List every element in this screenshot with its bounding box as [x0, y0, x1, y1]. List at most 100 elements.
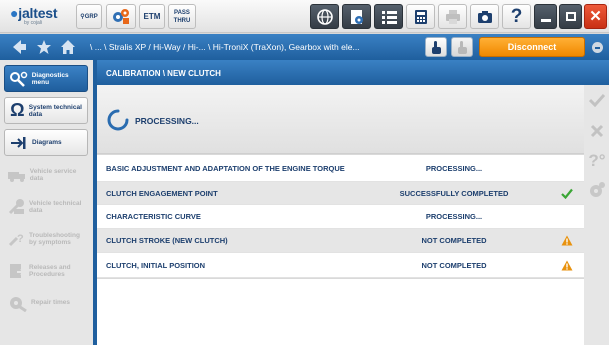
minimize-button[interactable]	[534, 4, 557, 29]
top-toolbar: ●jaltest by cojali ⚲GRP ETM PASS THRU ? …	[0, 0, 609, 33]
calibration-steps-table: BASIC ADJUSTMENT AND ADAPTATION OF THE E…	[97, 155, 584, 278]
cancel-button[interactable]	[588, 122, 606, 140]
content-empty-area	[97, 279, 584, 345]
sidebar-item-label: Releases and Procedures	[29, 263, 71, 278]
step-status: NOT COMPLETED	[421, 236, 487, 245]
touch-mode-button[interactable]	[425, 37, 447, 57]
sidebar-item-label: Diagrams	[32, 139, 62, 146]
diagnostics-icon	[8, 69, 30, 89]
printer-icon	[445, 9, 460, 24]
close-icon	[590, 124, 604, 138]
sidebar-item-diagnostics-menu[interactable]: Diagnostics menu	[4, 65, 88, 92]
troubleshoot-icon: ?	[7, 229, 27, 249]
sidebar-item-system-technical-data[interactable]: Ω System technical data	[4, 97, 88, 124]
settings-button[interactable]	[588, 181, 606, 199]
globe-icon	[316, 8, 333, 25]
status-icon-cell	[549, 188, 584, 199]
minimize-icon	[540, 19, 551, 22]
sidebar-item-label: System technical data	[28, 103, 82, 118]
gesture-button[interactable]	[451, 37, 473, 57]
sidebar-item-repair-times[interactable]: Repair times	[4, 289, 88, 316]
calculator-button[interactable]	[406, 4, 435, 29]
hand-disabled-icon	[458, 40, 467, 54]
spinner-icon	[107, 109, 129, 131]
gear-settings-icon	[590, 182, 605, 197]
check-icon	[589, 93, 605, 107]
maximize-icon	[565, 12, 576, 21]
nav-close-button[interactable]	[592, 42, 603, 53]
step-status: SUCCESSFULLY COMPLETED	[399, 188, 509, 198]
network-button[interactable]	[310, 4, 339, 29]
vehicle-info-button[interactable]	[342, 4, 371, 29]
screenshot-button[interactable]	[470, 4, 499, 29]
warning-icon	[561, 235, 572, 246]
sidebar-item-label: Diagnostics menu	[31, 71, 69, 86]
wrench-icon	[7, 197, 27, 217]
step-name: CLUTCH ENGAGEMENT POINT	[106, 188, 218, 198]
sidebar-item-vehicle-service-data[interactable]: Vehicle service data	[4, 161, 88, 188]
small-close-icon	[595, 46, 600, 49]
close-app-button[interactable]: ✕	[584, 4, 607, 29]
page-title: CALIBRATION \ NEW CLUTCH	[106, 69, 221, 78]
sidebar-item-vehicle-technical-data[interactable]: Vehicle technical data	[4, 193, 88, 220]
disconnect-button[interactable]: Disconnect	[479, 37, 585, 57]
print-button[interactable]	[438, 4, 467, 29]
question-degree-icon: ?°	[588, 150, 606, 170]
maximize-button[interactable]	[559, 4, 582, 29]
sidebar-item-releases-procedures[interactable]: Releases and Procedures	[4, 257, 88, 284]
back-arrow-icon[interactable]	[11, 38, 27, 61]
step-name: BASIC ADJUSTMENT AND ADAPTATION OF THE E…	[106, 163, 345, 173]
table-row: CLUTCH STROKE (NEW CLUTCH) NOT COMPLETED	[97, 229, 584, 253]
status-icon-cell	[549, 260, 584, 271]
component-view-button[interactable]	[106, 4, 136, 29]
table-row: CLUTCH ENGAGEMENT POINT SUCCESSFULLY COM…	[97, 182, 584, 205]
step-status: PROCESSING...	[425, 163, 483, 173]
ohm-icon: Ω	[10, 100, 25, 120]
sidebar: Diagnostics menu Ω System technical data…	[0, 60, 93, 345]
right-action-panel: ?°	[584, 85, 609, 345]
grp-button[interactable]: ⚲GRP	[76, 4, 102, 29]
sidebar-item-diagrams[interactable]: Diagrams	[4, 129, 88, 156]
step-status: NOT COMPLETED	[421, 260, 487, 270]
truck-icon	[7, 165, 28, 185]
sidebar-item-label: Vehicle service data	[29, 167, 77, 182]
help-info-button[interactable]: ?°	[588, 151, 606, 169]
calculator-icon	[414, 9, 427, 24]
table-row: BASIC ADJUSTMENT AND ADAPTATION OF THE E…	[97, 155, 584, 182]
svg-text:?: ?	[17, 233, 24, 245]
sidebar-item-label: Vehicle technical data	[29, 199, 82, 214]
app-logo: ●jaltest by cojali	[10, 6, 72, 28]
processing-status: PROCESSING...	[135, 116, 199, 126]
logo-text: jaltest	[18, 5, 58, 21]
etm-button[interactable]: ETM	[139, 4, 165, 29]
pass-thru-button[interactable]: PASS THRU	[168, 4, 196, 29]
procedures-icon	[7, 261, 27, 281]
close-icon: ✕	[589, 8, 602, 25]
step-name: CLUTCH STROKE (NEW CLUTCH)	[106, 236, 228, 245]
question-mark-icon: ?	[510, 6, 523, 27]
info-card-icon	[350, 9, 363, 24]
accept-button[interactable]	[588, 91, 606, 109]
grp-label: ⚲GRP	[80, 13, 98, 20]
repair-icon	[7, 293, 29, 313]
gear-puzzle-icon	[113, 8, 129, 24]
step-name: CLUTCH, INITIAL POSITION	[106, 260, 206, 270]
list-view-button[interactable]	[374, 4, 403, 29]
step-status: PROCESSING...	[425, 212, 483, 221]
camera-icon	[477, 10, 492, 23]
check-icon	[560, 188, 573, 199]
table-row: CLUTCH, INITIAL POSITION NOT COMPLETED	[97, 253, 584, 278]
etm-label: ETM	[143, 11, 161, 21]
navigation-bar: \ ... \ Stralis XP / Hi-Way / Hi-... \ H…	[0, 34, 609, 60]
processing-panel: PROCESSING...	[97, 85, 584, 154]
sidebar-item-label: Repair times	[31, 299, 71, 306]
favorites-star-icon[interactable]	[36, 38, 52, 61]
sidebar-item-troubleshooting[interactable]: ? Troubleshooting by symptoms	[4, 225, 88, 252]
help-button[interactable]: ?	[502, 4, 531, 29]
pass-thru-label: PASS THRU	[173, 9, 191, 24]
home-icon[interactable]	[60, 38, 76, 61]
list-icon	[381, 10, 397, 24]
warning-icon	[561, 260, 572, 270]
sidebar-item-label: Troubleshooting by symptoms	[29, 231, 80, 246]
hand-pointer-icon	[432, 40, 441, 54]
